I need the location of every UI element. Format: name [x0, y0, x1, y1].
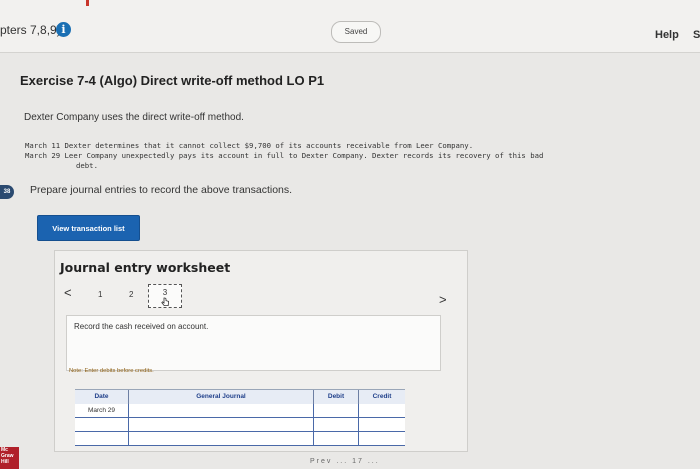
table-row — [75, 432, 405, 446]
journal-table: Date General Journal Debit Credit March … — [75, 389, 405, 451]
page-1-link[interactable]: 1 — [98, 290, 102, 299]
page-2-link[interactable]: 2 — [129, 290, 133, 299]
cut-off-menu-item[interactable]: S — [693, 29, 700, 41]
instruction-text: Record the cash received on account. — [74, 322, 209, 331]
credit-cell[interactable] — [359, 418, 405, 431]
credit-cell[interactable] — [359, 432, 405, 445]
debit-cell[interactable] — [314, 432, 359, 445]
journal-table-header: Date General Journal Debit Credit — [75, 389, 405, 405]
account-cell[interactable] — [129, 404, 314, 417]
prepare-instruction: Prepare journal entries to record the ab… — [30, 184, 293, 196]
date-cell[interactable] — [75, 418, 129, 431]
chapter-label: pters 7,8,9) — [0, 23, 61, 37]
table-row: March 29 — [75, 404, 405, 418]
debit-cell[interactable] — [314, 418, 359, 431]
date-cell[interactable]: March 29 — [75, 404, 129, 417]
account-cell[interactable] — [129, 432, 314, 445]
saved-status-badge: Saved — [331, 21, 381, 43]
column-header-date: Date — [75, 390, 129, 404]
journal-entry-worksheet: Journal entry worksheet < 1 2 3 > Record… — [54, 250, 468, 452]
info-icon[interactable]: i — [56, 22, 71, 37]
column-header-credit: Credit — [372, 393, 392, 400]
question-number-badge[interactable]: 38 — [0, 185, 14, 199]
instruction-box: Record the cash received on account. — [66, 315, 441, 371]
hand-cursor-icon — [161, 297, 170, 306]
bottom-pager-fragment[interactable]: Prev ... 17 ... — [310, 458, 380, 465]
exercise-intro: Dexter Company uses the direct write-off… — [24, 112, 244, 123]
transaction-line: debt. — [76, 161, 98, 170]
help-link[interactable]: Help — [655, 29, 679, 41]
transaction-line: March 11 Dexter determines that it canno… — [25, 141, 474, 150]
exercise-title: Exercise 7-4 (Algo) Direct write-off met… — [20, 73, 325, 88]
top-bar: pters 7,8,9) i Saved Help S — [0, 0, 700, 53]
page-3-link[interactable]: 3 — [148, 284, 182, 308]
brand-logo: Mc Graw Hill — [0, 447, 19, 469]
entry-note: Note: Enter debits before credits. — [69, 368, 154, 374]
debit-cell[interactable] — [314, 404, 359, 417]
date-cell[interactable] — [75, 432, 129, 445]
accent-tick — [86, 0, 89, 6]
transaction-list: March 11 Dexter determines that it canno… — [25, 141, 665, 171]
worksheet-title: Journal entry worksheet — [60, 260, 231, 275]
credit-cell[interactable] — [359, 404, 405, 417]
chevron-left-icon[interactable]: < — [64, 285, 72, 300]
view-transaction-list-button[interactable]: View transaction list — [37, 215, 140, 241]
account-cell[interactable] — [129, 418, 314, 431]
table-row — [75, 418, 405, 432]
column-header-general-journal: General Journal — [129, 390, 314, 404]
chevron-right-icon[interactable]: > — [439, 292, 447, 307]
page-3-label: 3 — [162, 288, 168, 297]
transaction-line: March 29 Leer Company unexpectedly pays … — [25, 151, 544, 160]
column-header-debit: Debit — [314, 390, 359, 404]
